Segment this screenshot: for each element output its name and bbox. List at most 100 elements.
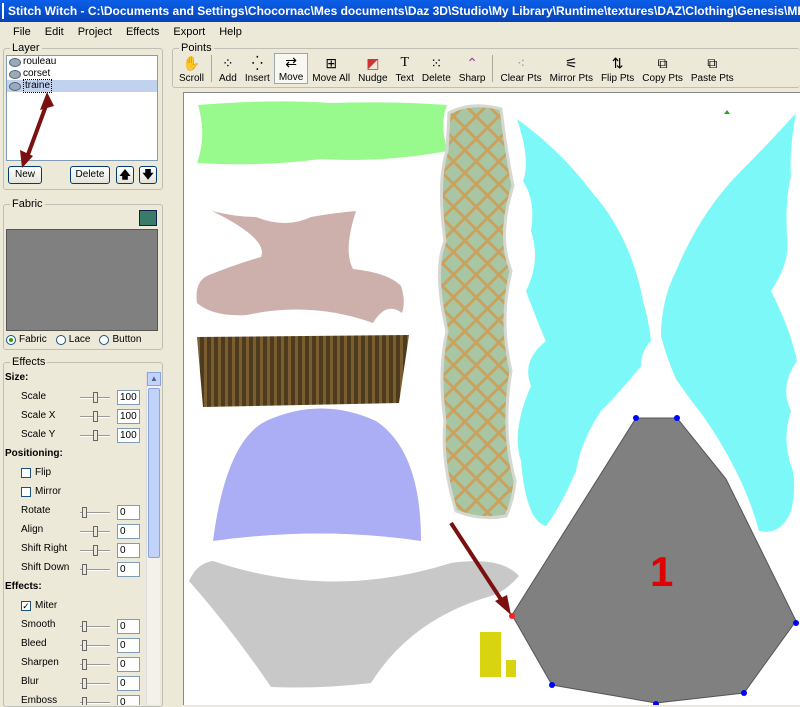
blur-input[interactable]: 0 (117, 676, 140, 691)
layer-item-traine[interactable]: traine (7, 79, 157, 93)
tool-paste-pts[interactable]: ⧉ Paste Pts (687, 53, 738, 84)
shape-point (674, 415, 680, 421)
shift-right-input[interactable]: 0 (117, 543, 140, 558)
tool-flip-pts[interactable]: ⇅ Flip Pts (597, 53, 638, 84)
sharp-icon: ⌃ (466, 55, 478, 71)
scale-slider[interactable] (80, 392, 110, 404)
tool-text[interactable]: T Text (392, 53, 418, 85)
delete-layer-button[interactable]: Delete (70, 166, 110, 184)
tool-add[interactable]: ⁘ Add (215, 53, 241, 84)
radio-dot[interactable] (99, 334, 110, 345)
tool-label: Delete (421, 73, 451, 84)
copy-points-icon: ⧉ (657, 55, 668, 71)
tool-copy-pts[interactable]: ⧉ Copy Pts (638, 53, 687, 84)
yellow-block-piece (480, 632, 501, 677)
app-icon (2, 3, 4, 19)
shift-right-label: Shift Right (21, 543, 68, 554)
lavender-cup-piece (213, 408, 421, 541)
tool-label: Text (395, 73, 414, 84)
shape-number-label: 1 (650, 548, 674, 595)
tool-sharp[interactable]: ⌃ Sharp (455, 53, 490, 84)
fabric-type-radios: Fabric Lace Button (6, 334, 158, 345)
eye-icon[interactable] (9, 57, 21, 67)
align-slider[interactable] (80, 526, 110, 538)
sharpen-slider[interactable] (80, 659, 110, 671)
fabric-group-title: Fabric (10, 198, 45, 210)
scaley-input[interactable]: 100 (117, 428, 140, 443)
tool-nudge[interactable]: ◩ Nudge (354, 53, 391, 84)
radio-lace[interactable]: Lace (55, 334, 91, 345)
radio-button[interactable]: Button (99, 334, 141, 345)
scale-label: Scale (21, 391, 47, 402)
scalex-input[interactable]: 100 (117, 409, 140, 424)
miter-checkbox[interactable]: ✓ (21, 601, 31, 611)
menu-export[interactable]: Export (166, 26, 212, 38)
effects-scrollbar[interactable]: ▲ (146, 372, 161, 705)
scaley-slider[interactable] (80, 430, 110, 442)
layer-item-rouleau[interactable]: rouleau (7, 56, 157, 68)
tool-label: Flip Pts (600, 73, 635, 84)
menu-help[interactable]: Help (212, 26, 249, 38)
insert-points-icon: ⁛ (251, 55, 263, 71)
bleed-label: Bleed (21, 638, 47, 649)
radio-fabric[interactable]: Fabric (6, 334, 47, 345)
positioning-heading: Positioning: (5, 448, 63, 459)
emboss-slider[interactable] (80, 697, 110, 705)
radio-label: Lace (68, 334, 91, 345)
texture-canvas[interactable]: 1 (183, 92, 800, 705)
new-layer-button[interactable]: New (8, 166, 42, 184)
layer-list[interactable]: rouleau corset traine (6, 55, 158, 161)
scroll-up-icon[interactable]: ▲ (147, 372, 161, 386)
small-marker (724, 110, 730, 114)
tool-move-all[interactable]: ⊞ Move All (308, 53, 354, 84)
tool-move[interactable]: ⇄ Move (273, 53, 309, 84)
tool-scroll[interactable]: ✋ Scroll (175, 53, 208, 84)
blur-slider[interactable] (80, 678, 110, 690)
tool-insert[interactable]: ⁛ Insert (241, 53, 274, 84)
tool-label: Scroll (179, 73, 205, 84)
align-label: Align (21, 524, 44, 535)
menu-file[interactable]: File (6, 26, 38, 38)
tool-mirror-pts[interactable]: ⚟ Mirror Pts (546, 53, 597, 84)
menu-project[interactable]: Project (71, 26, 119, 38)
smooth-slider[interactable] (80, 621, 110, 633)
align-input[interactable]: 0 (117, 524, 140, 539)
tool-delete[interactable]: ⁙ Delete (418, 53, 455, 84)
move-layer-up-button[interactable]: 🡅 (116, 166, 134, 184)
shift-down-input[interactable]: 0 (117, 562, 140, 577)
eye-icon[interactable] (9, 81, 21, 91)
move-layer-down-button[interactable]: 🡇 (139, 166, 157, 184)
smooth-input[interactable]: 0 (117, 619, 140, 634)
tool-label: Mirror Pts (549, 73, 593, 84)
shift-right-slider[interactable] (80, 545, 110, 557)
tool-clear-pts[interactable]: ⁖ Clear Pts (496, 53, 545, 84)
menu-edit[interactable]: Edit (38, 26, 71, 38)
title-bar: Stitch Witch - C:\Documents and Settings… (0, 0, 800, 22)
bleed-slider[interactable] (80, 640, 110, 652)
shift-down-slider[interactable] (80, 564, 110, 576)
canvas-drawing[interactable] (184, 93, 800, 705)
radio-dot[interactable] (6, 334, 16, 345)
emboss-input[interactable]: 0 (117, 695, 140, 705)
mirror-checkbox[interactable] (21, 487, 31, 497)
fabric-picker-icon[interactable] (139, 210, 157, 226)
scroll-thumb[interactable] (148, 388, 160, 558)
sharpen-input[interactable]: 0 (117, 657, 140, 672)
layer-group-title: Layer (10, 42, 42, 54)
radio-dot[interactable] (55, 334, 66, 345)
rotate-input[interactable]: 0 (117, 505, 140, 520)
scale-input[interactable]: 100 (117, 390, 140, 405)
tool-label: Clear Pts (500, 73, 542, 84)
flip-checkbox[interactable] (21, 468, 31, 478)
menu-effects[interactable]: Effects (119, 26, 166, 38)
tool-label: Copy Pts (642, 73, 683, 84)
tool-label: Move (278, 72, 304, 83)
eye-icon[interactable] (9, 69, 21, 79)
flip-points-icon: ⇅ (611, 55, 624, 71)
scalex-slider[interactable] (80, 411, 110, 423)
rotate-label: Rotate (21, 505, 51, 516)
effects-panel: Size: Scale 100 Scale X 100 Scale Y 100 … (0, 367, 162, 705)
rotate-slider[interactable] (80, 507, 110, 519)
text-icon: T (400, 55, 409, 70)
bleed-input[interactable]: 0 (117, 638, 140, 653)
